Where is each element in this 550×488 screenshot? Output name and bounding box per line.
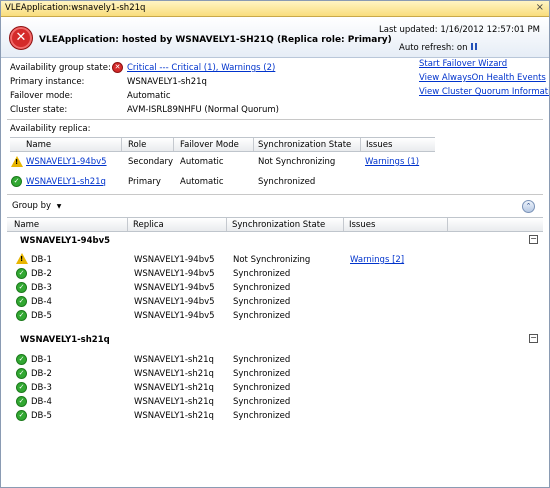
chevron-down-icon: ▼ bbox=[56, 203, 62, 210]
close-icon[interactable]: × bbox=[536, 2, 544, 13]
primary-instance-value: WSNAVELY1-sh21q bbox=[127, 77, 207, 87]
failover-mode-value: Automatic bbox=[127, 91, 171, 101]
db-name: DB-2 bbox=[31, 269, 52, 279]
db-replica: WSNAVELY1-94bv5 bbox=[134, 283, 215, 293]
db-sync: Synchronized bbox=[233, 269, 291, 279]
divider bbox=[7, 194, 543, 195]
col-db-issues[interactable]: Issues bbox=[349, 220, 375, 230]
db-name: DB-4 bbox=[31, 397, 52, 407]
ok-icon: ✓ bbox=[16, 368, 27, 379]
col-issues[interactable]: Issues bbox=[366, 140, 392, 150]
db-replica: WSNAVELY1-sh21q bbox=[134, 369, 214, 379]
replica-name-link[interactable]: WSNAVELY1-94bv5 bbox=[26, 157, 107, 167]
critical-error-icon: ✕ bbox=[9, 26, 33, 50]
start-failover-link[interactable]: Start Failover Wizard bbox=[419, 59, 507, 69]
collapse-group-icon[interactable]: − bbox=[529, 334, 538, 343]
db-name: DB-5 bbox=[31, 311, 52, 321]
warning-icon: ! bbox=[16, 253, 28, 264]
col-role[interactable]: Role bbox=[128, 140, 146, 150]
replica-role: Secondary bbox=[128, 157, 174, 167]
ok-icon: ✓ bbox=[16, 282, 27, 293]
collapse-group-icon[interactable]: − bbox=[529, 235, 538, 244]
replica-name-link[interactable]: WSNAVELY1-sh21q bbox=[26, 177, 106, 187]
replica-failover: Automatic bbox=[180, 157, 224, 167]
replica-table-header: Name Role Failover Mode Synchronization … bbox=[10, 137, 435, 152]
divider bbox=[7, 119, 543, 120]
group-by-label: Group by bbox=[12, 201, 52, 211]
last-updated-text: Last updated: 1/16/2012 12:57:01 PM bbox=[379, 25, 540, 35]
replica-role: Primary bbox=[128, 177, 161, 187]
db-replica: WSNAVELY1-sh21q bbox=[134, 397, 214, 407]
db-name: DB-5 bbox=[31, 411, 52, 421]
db-replica: WSNAVELY1-94bv5 bbox=[134, 269, 215, 279]
ag-state-link[interactable]: Critical --- Critical (1), Warnings (2) bbox=[127, 63, 275, 73]
db-replica: WSNAVELY1-sh21q bbox=[134, 383, 214, 393]
ag-state-label: Availability group state: bbox=[10, 63, 111, 73]
primary-instance-label: Primary instance: bbox=[10, 77, 85, 87]
db-sync: Synchronized bbox=[233, 369, 291, 379]
ok-icon: ✓ bbox=[16, 310, 27, 321]
replica-section-label: Availability replica: bbox=[10, 124, 91, 134]
db-sync: Synchronized bbox=[233, 383, 291, 393]
view-quorum-link[interactable]: View Cluster Quorum Information bbox=[419, 87, 549, 97]
db-replica: WSNAVELY1-sh21q bbox=[134, 355, 214, 365]
db-sync: Synchronized bbox=[233, 311, 291, 321]
replica-sync: Synchronized bbox=[258, 177, 316, 187]
ok-icon: ✓ bbox=[16, 354, 27, 365]
db-name: DB-3 bbox=[31, 283, 52, 293]
database-table-header: Name Replica Synchronization State Issue… bbox=[7, 217, 543, 232]
db-issues-link[interactable]: Warnings [2] bbox=[350, 255, 404, 265]
col-name[interactable]: Name bbox=[26, 140, 51, 150]
replica-sync: Not Synchronizing bbox=[258, 157, 336, 167]
db-sync: Synchronized bbox=[233, 411, 291, 421]
failover-mode-label: Failover mode: bbox=[10, 91, 73, 101]
group-header: WSNAVELY1-94bv5 bbox=[20, 236, 111, 246]
dashboard-window: VLEApplication:wsnavely1-sh21q × ✕ VLEAp… bbox=[0, 0, 550, 488]
db-sync: Synchronized bbox=[233, 297, 291, 307]
ok-icon: ✓ bbox=[16, 296, 27, 307]
db-name: DB-4 bbox=[31, 297, 52, 307]
auto-refresh-text: Auto refresh: on bbox=[399, 43, 468, 53]
critical-icon: ✕ bbox=[112, 62, 123, 73]
collapse-all-icon[interactable]: ⌃ bbox=[522, 200, 535, 213]
replica-failover: Automatic bbox=[180, 177, 224, 187]
col-db-sync-state[interactable]: Synchronization State bbox=[232, 220, 325, 230]
group-by-dropdown[interactable]: Group by ▼ bbox=[12, 201, 61, 211]
col-sync-state[interactable]: Synchronization State bbox=[258, 140, 351, 150]
db-replica: WSNAVELY1-sh21q bbox=[134, 411, 214, 421]
db-name: DB-1 bbox=[31, 255, 52, 265]
ok-icon: ✓ bbox=[16, 382, 27, 393]
view-health-events-link[interactable]: View AlwaysOn Health Events bbox=[419, 73, 546, 83]
warning-icon: ! bbox=[11, 156, 23, 167]
pause-icon[interactable] bbox=[471, 43, 478, 50]
db-sync: Synchronized bbox=[233, 397, 291, 407]
cluster-state-label: Cluster state: bbox=[10, 105, 68, 115]
ok-icon: ✓ bbox=[16, 396, 27, 407]
ok-icon: ✓ bbox=[16, 410, 27, 421]
group-header: WSNAVELY1-sh21q bbox=[20, 335, 110, 345]
page-title: VLEApplication: hosted by WSNAVELY1-SH21… bbox=[39, 35, 392, 45]
db-replica: WSNAVELY1-94bv5 bbox=[134, 311, 215, 321]
cluster-state-value: AVM-ISRL89NHFU (Normal Quorum) bbox=[127, 105, 279, 115]
col-failover-mode[interactable]: Failover Mode bbox=[180, 140, 239, 150]
db-replica: WSNAVELY1-94bv5 bbox=[134, 255, 215, 265]
dashboard-header: ✕ VLEApplication: hosted by WSNAVELY1-SH… bbox=[1, 17, 549, 58]
db-sync: Synchronized bbox=[233, 283, 291, 293]
db-sync: Synchronized bbox=[233, 355, 291, 365]
db-name: DB-2 bbox=[31, 369, 52, 379]
ok-icon: ✓ bbox=[11, 176, 22, 187]
db-replica: WSNAVELY1-94bv5 bbox=[134, 297, 215, 307]
replica-issues-link[interactable]: Warnings (1) bbox=[365, 157, 419, 167]
db-name: DB-3 bbox=[31, 383, 52, 393]
db-sync: Not Synchronizing bbox=[233, 255, 311, 265]
tab-title: VLEApplication:wsnavely1-sh21q bbox=[5, 3, 146, 13]
col-replica[interactable]: Replica bbox=[133, 220, 164, 230]
col-db-name[interactable]: Name bbox=[14, 220, 39, 230]
document-tab[interactable]: VLEApplication:wsnavely1-sh21q × bbox=[1, 1, 549, 17]
db-name: DB-1 bbox=[31, 355, 52, 365]
ok-icon: ✓ bbox=[16, 268, 27, 279]
